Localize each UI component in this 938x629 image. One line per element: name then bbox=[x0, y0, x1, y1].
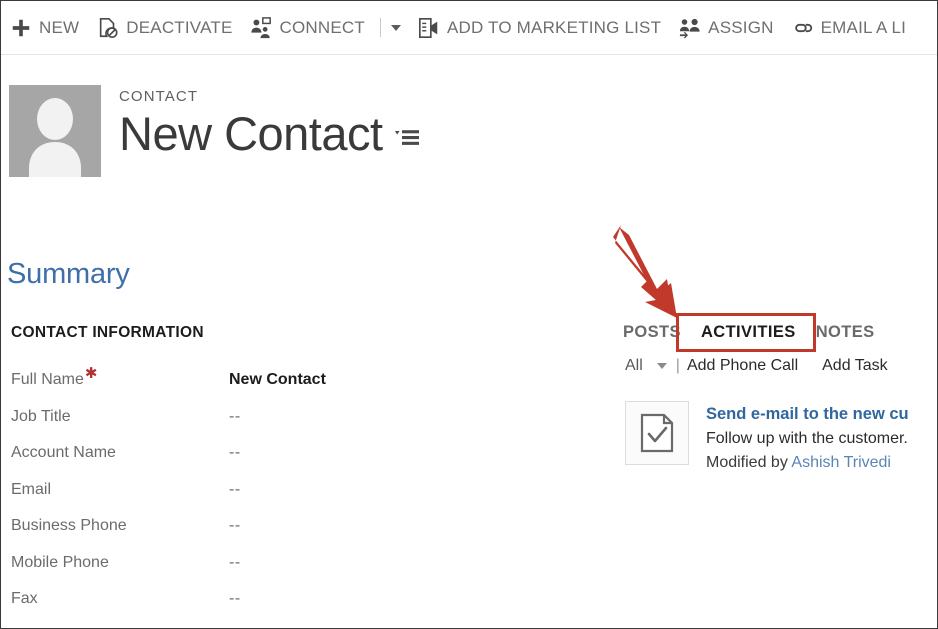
tab-notes[interactable]: NOTES bbox=[806, 314, 885, 351]
marketing-list-icon bbox=[418, 17, 440, 39]
activity-filter-dropdown[interactable]: All bbox=[625, 357, 643, 375]
activity-title-link[interactable]: Send e-mail to the new cu bbox=[706, 402, 909, 427]
actions-separator: | bbox=[676, 357, 680, 375]
field-row-fax: Fax -- bbox=[11, 590, 431, 627]
field-value-full-name[interactable]: New Contact bbox=[229, 371, 326, 389]
activity-body: Send e-mail to the new cu Follow up with… bbox=[706, 401, 909, 476]
person-placeholder-icon bbox=[9, 85, 101, 177]
command-assign[interactable]: ASSIGN bbox=[670, 1, 782, 54]
tab-posts[interactable]: POSTS bbox=[613, 314, 691, 351]
field-value-mobile-phone[interactable]: -- bbox=[229, 554, 241, 572]
command-connect[interactable]: CONNECT bbox=[241, 1, 373, 54]
plus-icon bbox=[10, 17, 32, 39]
task-document-check-icon bbox=[640, 413, 674, 453]
connect-icon bbox=[250, 17, 272, 39]
command-assign-label: ASSIGN bbox=[708, 18, 773, 38]
social-pane: POSTS ACTIVITIES NOTES All | Add Phone C… bbox=[613, 314, 938, 476]
field-label-mobile-phone: Mobile Phone bbox=[11, 554, 229, 572]
required-asterisk-icon: ✱ bbox=[85, 365, 98, 382]
field-value-email[interactable]: -- bbox=[229, 481, 241, 499]
field-row-full-name: Full Name✱ New Contact bbox=[11, 371, 431, 408]
link-icon bbox=[792, 17, 814, 39]
field-row-job-title: Job Title -- bbox=[11, 408, 431, 445]
field-row-mobile-phone: Mobile Phone -- bbox=[11, 554, 431, 591]
chevron-down-icon bbox=[391, 25, 401, 31]
tab-activities[interactable]: ACTIVITIES bbox=[691, 314, 806, 351]
summary-heading: Summary bbox=[7, 260, 130, 289]
command-add-to-marketing-list[interactable]: ADD TO MARKETING LIST bbox=[409, 1, 670, 54]
field-label-account-name: Account Name bbox=[11, 444, 229, 462]
command-bar: NEW DEACTIVATE CONNECT bbox=[1, 1, 937, 55]
field-label-email: Email bbox=[11, 481, 229, 499]
command-connect-label: CONNECT bbox=[279, 18, 364, 38]
field-row-email: Email -- bbox=[11, 481, 431, 518]
entity-type-label: CONTACT bbox=[119, 89, 421, 104]
command-deactivate[interactable]: DEACTIVATE bbox=[88, 1, 241, 54]
field-label-job-title: Job Title bbox=[11, 408, 229, 426]
command-email-a-link[interactable]: EMAIL A LI bbox=[783, 1, 915, 54]
social-pane-actions: All | Add Phone Call Add Task bbox=[613, 357, 938, 375]
field-row-account-name: Account Name -- bbox=[11, 444, 431, 481]
field-label-business-phone: Business Phone bbox=[11, 517, 229, 535]
activity-modified-by: Modified by Ashish Trivedi bbox=[706, 451, 909, 475]
contact-information-heading: CONTACT INFORMATION bbox=[11, 324, 204, 342]
field-value-account-name[interactable]: -- bbox=[229, 444, 241, 462]
activity-modified-prefix: Modified by bbox=[706, 454, 788, 471]
assign-icon bbox=[679, 17, 701, 39]
command-add-to-marketing-list-label: ADD TO MARKETING LIST bbox=[447, 18, 661, 38]
command-connect-dropdown[interactable] bbox=[383, 1, 409, 54]
activity-description: Follow up with the customer. bbox=[706, 427, 909, 451]
command-new-label: NEW bbox=[39, 18, 79, 38]
add-phone-call-link[interactable]: Add Phone Call bbox=[687, 357, 798, 375]
social-pane-tabs: POSTS ACTIVITIES NOTES bbox=[613, 314, 938, 351]
crm-contact-form-screenshot: NEW DEACTIVATE CONNECT bbox=[0, 0, 938, 629]
field-label-fax: Fax bbox=[11, 590, 229, 608]
activity-list-item[interactable]: Send e-mail to the new cu Follow up with… bbox=[625, 401, 938, 476]
deactivate-icon bbox=[97, 17, 119, 39]
command-email-a-link-label: EMAIL A LI bbox=[821, 18, 906, 38]
contact-information-fields: Full Name✱ New Contact Job Title -- Acco… bbox=[11, 371, 431, 627]
red-arrow-icon bbox=[601, 219, 691, 324]
field-label-full-name: Full Name✱ bbox=[11, 371, 229, 389]
page-title: New Contact bbox=[119, 108, 383, 161]
field-value-job-title[interactable]: -- bbox=[229, 408, 241, 426]
command-new[interactable]: NEW bbox=[1, 1, 88, 54]
chevron-down-icon[interactable] bbox=[657, 363, 667, 369]
command-deactivate-label: DEACTIVATE bbox=[126, 18, 232, 38]
field-value-business-phone[interactable]: -- bbox=[229, 517, 241, 535]
activity-icon-container bbox=[625, 401, 689, 465]
field-value-fax[interactable]: -- bbox=[229, 590, 241, 608]
field-row-business-phone: Business Phone -- bbox=[11, 517, 431, 554]
record-header: CONTACT New Contact bbox=[9, 85, 421, 177]
activity-list: Send e-mail to the new cu Follow up with… bbox=[613, 401, 938, 476]
field-label-full-name-text: Full Name bbox=[11, 371, 84, 388]
form-selector-icon[interactable] bbox=[395, 127, 421, 149]
command-bar-separator bbox=[380, 18, 381, 37]
record-header-text: CONTACT New Contact bbox=[119, 89, 421, 161]
add-task-link[interactable]: Add Task bbox=[822, 357, 888, 375]
record-title-row: New Contact bbox=[119, 108, 421, 161]
activity-modified-by-user[interactable]: Ashish Trivedi bbox=[791, 454, 891, 471]
